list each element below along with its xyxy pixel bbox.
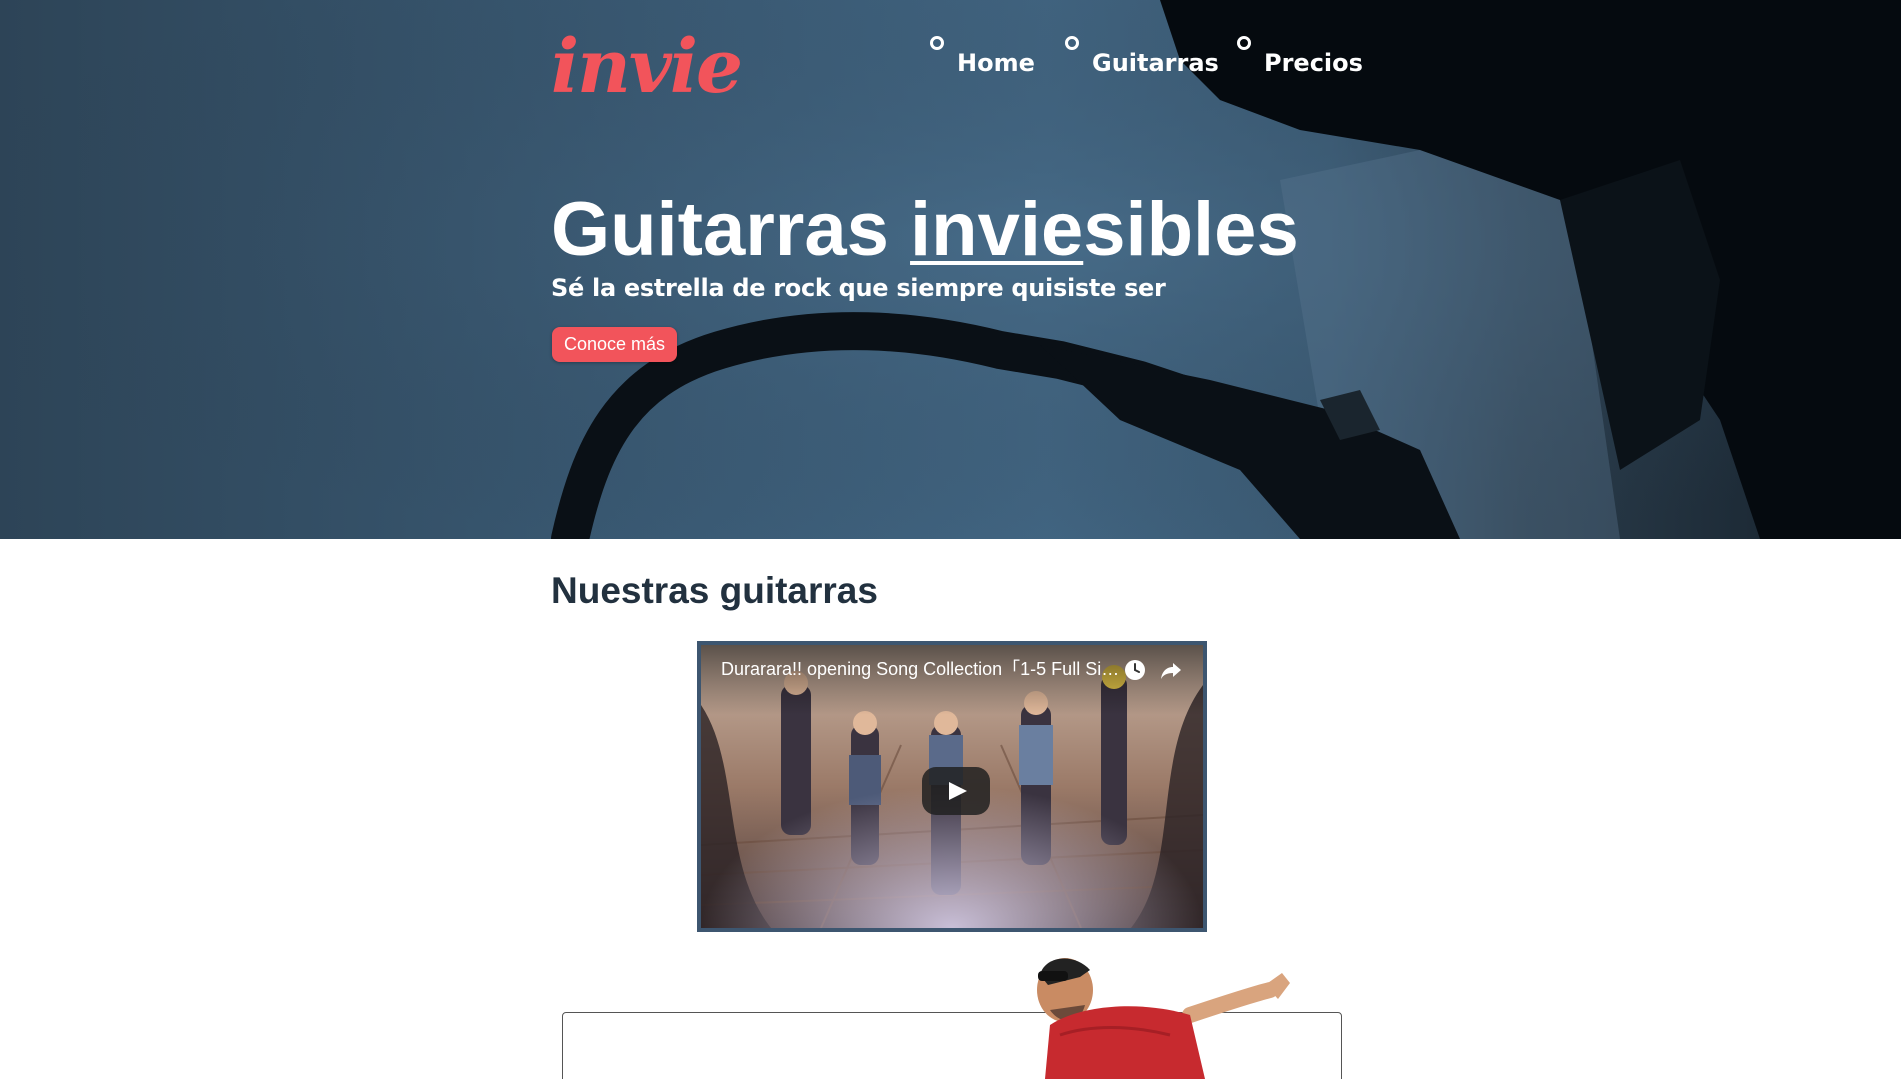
video-title[interactable]: Durarara!! opening Song Collection「1-5 F…: [721, 658, 1121, 680]
hero-title-underlined: invie: [910, 187, 1084, 272]
hero-title-prefix: Guitarras: [551, 187, 911, 272]
logo[interactable]: invie: [551, 22, 743, 112]
nav-item-label: Home: [957, 49, 1035, 77]
hero-subtitle: Sé la estrella de rock que siempre quisi…: [551, 274, 1166, 302]
conoce-mas-button[interactable]: Conoce más: [552, 327, 677, 362]
play-button[interactable]: [922, 767, 990, 815]
nav-bullet-icon: [1237, 36, 1251, 50]
hero-title-suffix: sibles: [1083, 187, 1299, 272]
play-icon: [949, 782, 967, 800]
video-embed[interactable]: Durarara!! opening Song Collection「1-5 F…: [697, 641, 1207, 932]
hero-title: Guitarras inviesibles: [551, 180, 1299, 280]
nav-bullet-icon: [930, 36, 944, 50]
nav-item-label: Precios: [1264, 49, 1363, 77]
hero-section: invie Home Guitarras Precios Guitarras i…: [0, 0, 1901, 539]
watch-later-icon[interactable]: [1123, 658, 1147, 682]
nav-bullet-icon: [1065, 36, 1079, 50]
video-frame[interactable]: Durarara!! opening Song Collection「1-5 F…: [701, 645, 1203, 928]
nav-item-label: Guitarras: [1092, 49, 1219, 77]
rocker-image: [1037, 958, 1290, 1079]
share-icon[interactable]: [1159, 658, 1183, 682]
section-title: Nuestras guitarras: [551, 570, 878, 611]
